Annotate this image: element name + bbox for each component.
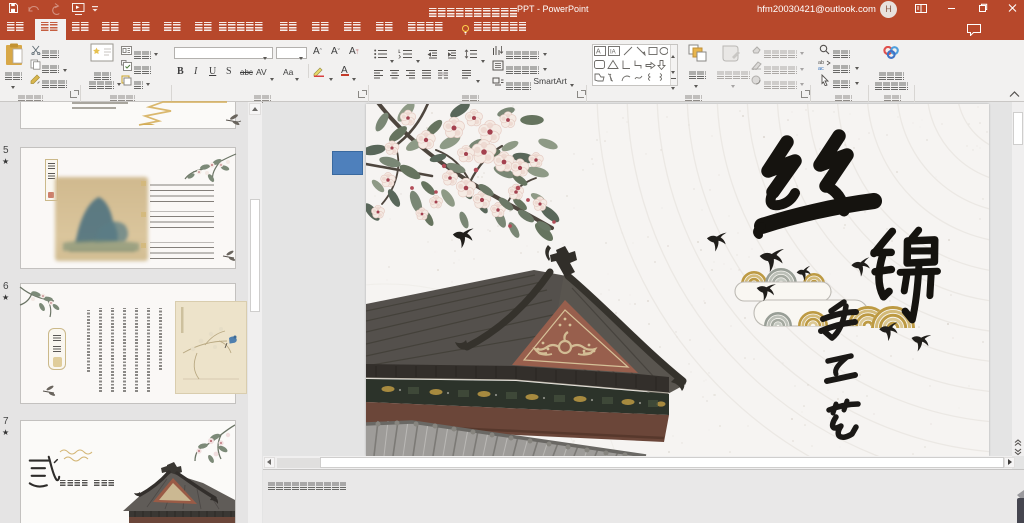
svg-text:ac: ac <box>818 66 824 70</box>
svg-text:IA: IA <box>610 50 616 56</box>
svg-text:A: A <box>596 49 601 56</box>
